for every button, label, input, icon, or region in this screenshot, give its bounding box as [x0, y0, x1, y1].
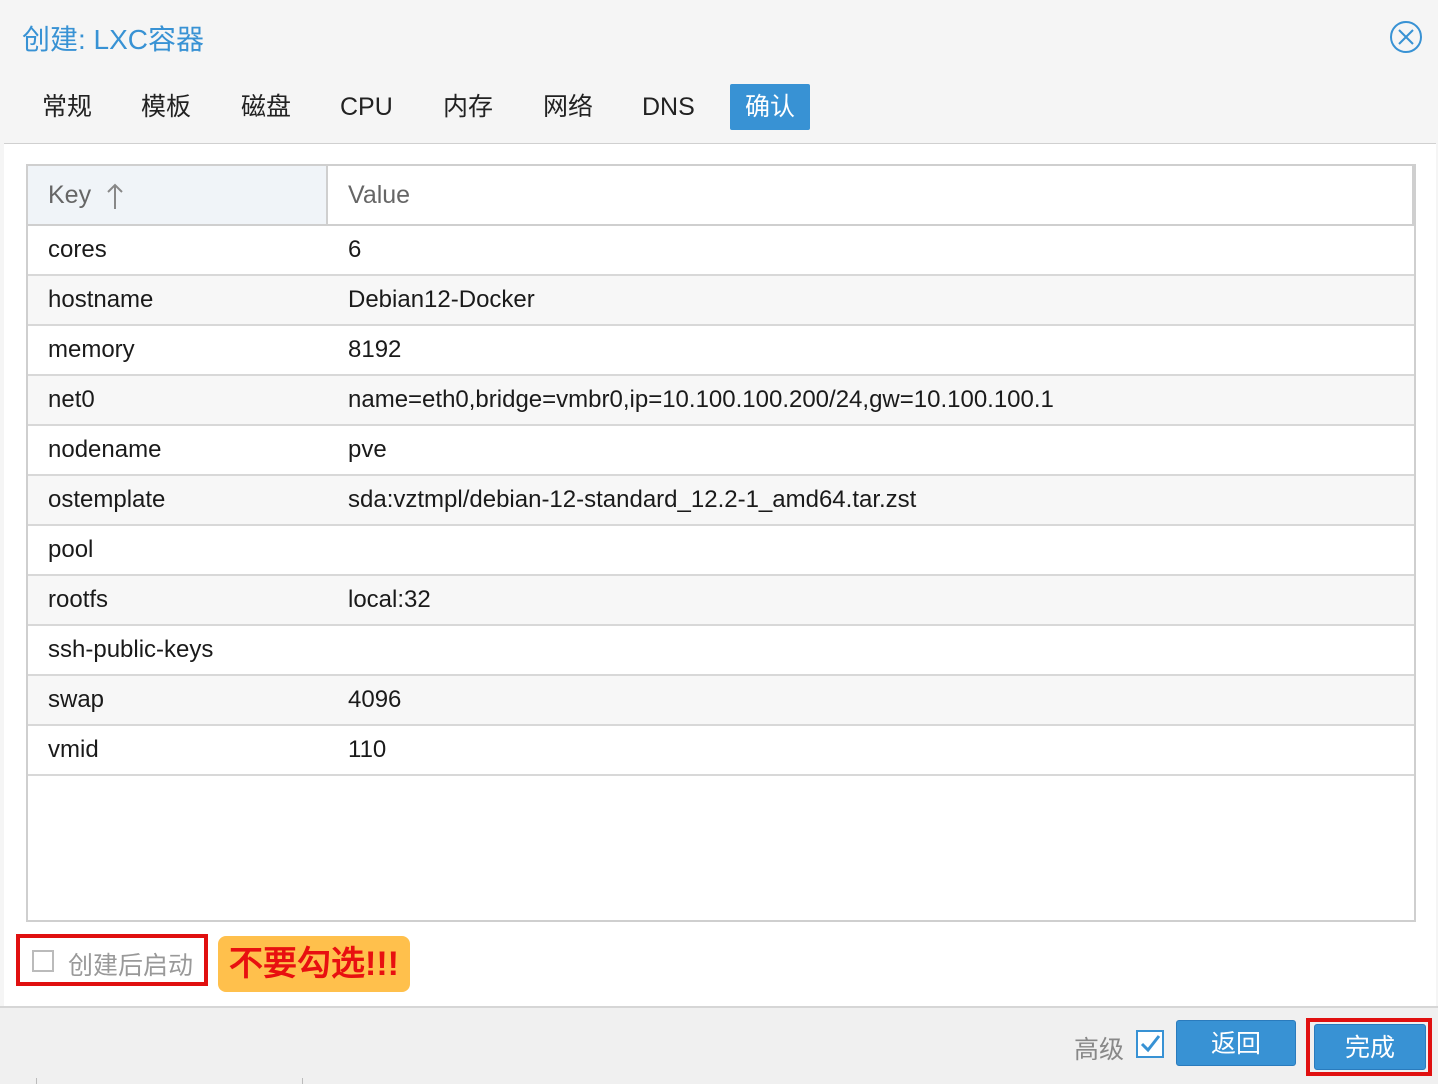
row-key: swap	[48, 686, 105, 713]
row-value: 8192	[348, 336, 402, 363]
resize-handle	[36, 1078, 37, 1084]
table-row: ostemplate sda:vztmpl/debian-12-standard…	[28, 476, 1414, 526]
tab-network[interactable]: 网络	[529, 84, 607, 130]
row-value: Debian12-Docker	[348, 286, 535, 313]
summary-grid: Key Value cores 6 hostname Debian12-Dock…	[26, 164, 1416, 922]
row-key: ssh-public-keys	[48, 636, 214, 663]
arrow-up-icon	[107, 183, 123, 210]
confirm-panel: Key Value cores 6 hostname Debian12-Dock…	[4, 143, 1436, 1006]
warning-annotation: 不要勾选!!!	[218, 936, 410, 992]
advanced-checkbox[interactable]	[1136, 1030, 1164, 1058]
tab-cpu[interactable]: CPU	[326, 84, 407, 130]
tab-general[interactable]: 常规	[28, 84, 106, 130]
column-header-key-label: Key	[48, 181, 92, 209]
start-after-create-highlight: 创建后启动	[16, 934, 208, 986]
row-key: rootfs	[48, 586, 109, 613]
tab-confirm[interactable]: 确认	[730, 84, 810, 130]
window-titlebar: 创建: LXC容器	[0, 0, 1438, 74]
table-row: hostname Debian12-Docker	[28, 276, 1414, 326]
table-row: cores 6	[28, 226, 1414, 276]
resize-handle	[302, 1078, 303, 1084]
row-value: name=eth0,bridge=vmbr0,ip=10.100.100.200…	[348, 386, 1054, 413]
row-key: memory	[48, 336, 135, 363]
tab-dns[interactable]: DNS	[628, 84, 709, 130]
back-button[interactable]: 返回	[1176, 1020, 1296, 1066]
table-row: pool	[28, 526, 1414, 576]
row-value: local:32	[348, 586, 431, 613]
dialog-footer: 高级 返回 完成	[0, 1006, 1438, 1084]
close-icon[interactable]	[1388, 19, 1424, 55]
start-after-create-label[interactable]: 创建后启动	[68, 946, 193, 982]
advanced-label[interactable]: 高级	[1074, 1030, 1124, 1066]
row-value: 4096	[348, 686, 402, 713]
table-row: vmid 110	[28, 726, 1414, 776]
row-key: hostname	[48, 286, 154, 313]
grid-header: Key Value	[28, 166, 1414, 226]
table-row: memory 8192	[28, 326, 1414, 376]
row-value: 110	[348, 736, 387, 763]
row-key: cores	[48, 236, 107, 263]
row-value: sda:vztmpl/debian-12-standard_12.2-1_amd…	[348, 486, 917, 513]
table-row: net0 name=eth0,bridge=vmbr0,ip=10.100.10…	[28, 376, 1414, 426]
tab-template[interactable]: 模板	[127, 84, 205, 130]
table-row: swap 4096	[28, 676, 1414, 726]
row-key: vmid	[48, 736, 99, 763]
table-row: ssh-public-keys	[28, 626, 1414, 676]
column-header-value[interactable]: Value	[328, 166, 1414, 224]
start-after-create-checkbox[interactable]	[32, 950, 54, 972]
tab-disk[interactable]: 磁盘	[227, 84, 305, 130]
column-header-key[interactable]: Key	[28, 166, 328, 224]
finish-button[interactable]: 完成	[1314, 1024, 1426, 1070]
row-key: ostemplate	[48, 486, 166, 513]
window-title: 创建: LXC容器	[22, 24, 205, 55]
row-value: 6	[348, 236, 362, 263]
table-row: nodename pve	[28, 426, 1414, 476]
row-key: net0	[48, 386, 95, 413]
row-key: nodename	[48, 436, 162, 463]
row-value: pve	[348, 436, 387, 463]
tab-bar: 常规 模板 磁盘 CPU 内存 网络 DNS 确认	[0, 78, 1438, 138]
row-key: pool	[48, 536, 94, 563]
finish-button-highlight: 完成	[1306, 1018, 1432, 1076]
tab-memory[interactable]: 内存	[429, 84, 507, 130]
table-row: rootfs local:32	[28, 576, 1414, 626]
